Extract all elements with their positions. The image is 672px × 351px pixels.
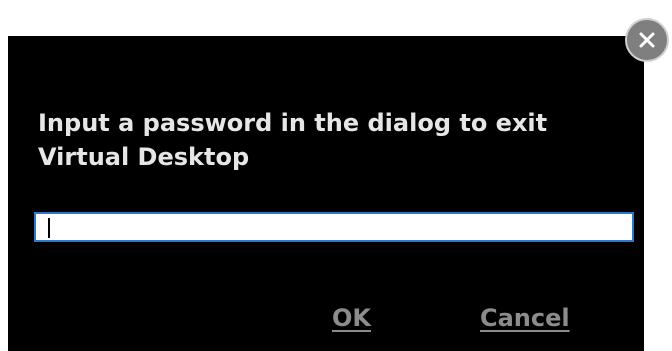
- password-dialog: Input a password in the dialog to exit V…: [8, 36, 644, 351]
- password-input[interactable]: [34, 212, 634, 242]
- text-caret: [48, 218, 50, 238]
- close-icon: [637, 30, 657, 50]
- ok-button[interactable]: OK: [332, 304, 371, 332]
- close-button[interactable]: [625, 18, 669, 62]
- cancel-button[interactable]: Cancel: [480, 304, 570, 332]
- dialog-message: Input a password in the dialog to exit V…: [38, 109, 548, 171]
